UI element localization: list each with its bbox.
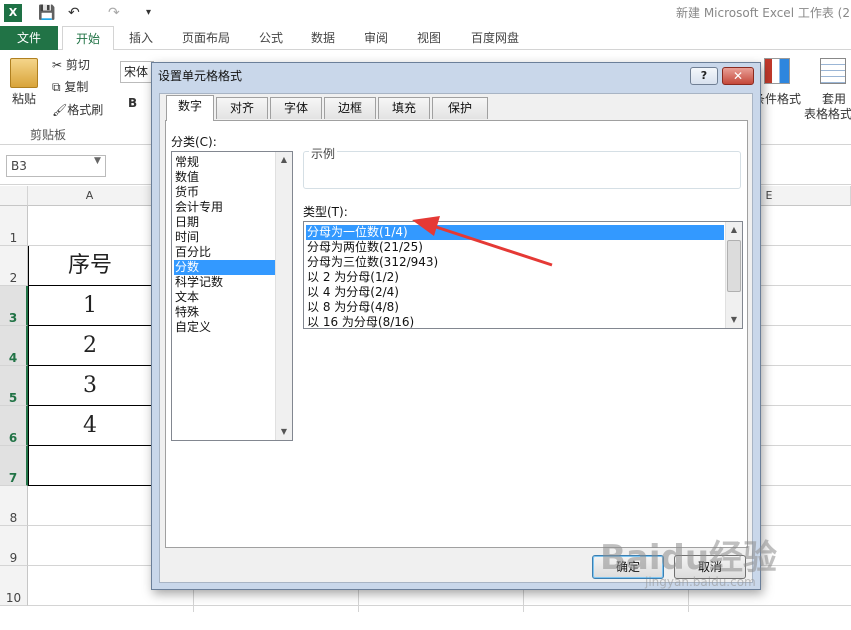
cell-a[interactable] (28, 446, 152, 486)
copy-label: 复制 (64, 80, 89, 94)
category-label: 分类(C): (171, 135, 217, 149)
tab-data[interactable]: 数据 (300, 26, 346, 50)
sample-group (303, 151, 741, 189)
category-listbox[interactable]: 常规 数值 货币 会计专用 日期 时间 百分比 分数 科学记数 文本 特殊 自定义 ▲ ▼ (171, 151, 293, 441)
list-item[interactable]: 特殊 (174, 305, 275, 320)
cell-a[interactable]: 1 (28, 286, 152, 326)
scroll-down-icon[interactable]: ▼ (726, 312, 742, 328)
bold-button[interactable]: B (128, 96, 137, 110)
undo-icon[interactable]: ↶ (68, 3, 80, 23)
scroll-down-icon[interactable]: ▼ (276, 424, 292, 440)
table-format-icon[interactable] (820, 58, 846, 84)
tab-review[interactable]: 审阅 (353, 26, 399, 50)
list-item[interactable]: 常规 (174, 155, 275, 170)
brush-icon: 🖌 (52, 103, 68, 117)
tab-border[interactable]: 边框 (324, 97, 376, 119)
scroll-thumb[interactable] (727, 240, 741, 292)
paste-button[interactable]: 粘贴 (12, 90, 36, 107)
list-item[interactable]: 以 8 为分母(4/8) (306, 300, 724, 315)
list-item[interactable]: 以 16 为分母(8/16) (306, 315, 724, 330)
row-header[interactable]: 6 (0, 406, 28, 446)
row-header[interactable]: 5 (0, 366, 28, 406)
number-tab-page: 分类(C): 常规 数值 货币 会计专用 日期 时间 百分比 分数 科学记数 文本 特殊 自定义 ▲ … (165, 120, 748, 548)
list-item[interactable]: 分数 (174, 260, 275, 275)
select-all-corner[interactable] (0, 186, 28, 206)
tab-file[interactable]: 文件 (0, 26, 58, 50)
format-painter-label: 格式刷 (67, 103, 104, 117)
dialog-body: 数字 对齐 字体 边框 填充 保护 分类(C): 常规 数值 货币 会计专用 日期 时间百… (159, 93, 753, 583)
watermark-brand: Baidu经验 (600, 538, 778, 578)
redo-icon[interactable]: ↷ (108, 3, 120, 23)
clipboard-group-label: 剪贴板 (30, 128, 67, 142)
tab-baidu-netdisk[interactable]: 百度网盘 (460, 26, 530, 50)
tab-insert[interactable]: 插入 (118, 26, 164, 50)
copy-button[interactable]: ⧉ 复制 (52, 78, 88, 95)
cell-a[interactable] (28, 206, 152, 246)
list-item[interactable]: 科学记数 (174, 275, 275, 290)
row-header[interactable]: 7 (0, 446, 28, 486)
tab-formulas[interactable]: 公式 (248, 26, 294, 50)
type-scrollbar[interactable]: ▲ ▼ (725, 222, 742, 328)
scissors-icon: ✂ (52, 58, 66, 72)
row-header[interactable]: 10 (0, 566, 28, 606)
tab-protection[interactable]: 保护 (432, 97, 488, 119)
row-header[interactable]: 1 (0, 206, 28, 246)
category-scrollbar[interactable]: ▲ ▼ (275, 152, 292, 440)
watermark-url: jingyan.baidu.com (645, 575, 756, 589)
tab-font[interactable]: 字体 (270, 97, 322, 119)
cell-a[interactable]: 序号 (28, 246, 152, 286)
annotation-arrow-icon (412, 216, 553, 267)
cell-a[interactable]: 4 (28, 406, 152, 446)
window-title: 新建 Microsoft Excel 工作表 (2 (676, 6, 850, 20)
paste-icon[interactable] (10, 58, 38, 88)
sample-label: 示例 (309, 145, 338, 162)
type-label: 类型(T): (303, 205, 348, 219)
list-item[interactable]: 日期 (174, 215, 275, 230)
ribbon-tabs: 文件 开始 插入 页面布局 公式 数据 审阅 视图 百度网盘 (0, 26, 851, 51)
row-header[interactable]: 8 (0, 486, 28, 526)
list-item[interactable]: 时间 (174, 230, 275, 245)
copy-icon: ⧉ (52, 80, 65, 94)
tab-alignment[interactable]: 对齐 (216, 97, 268, 119)
table-format-label-2[interactable]: 表格格式 (804, 105, 851, 122)
name-box-dropdown-icon[interactable]: ▼ (94, 156, 101, 166)
format-cells-dialog: 设置单元格格式 ? ✕ 数字 对齐 字体 边框 填充 保护 分类(C): 常规数… (151, 62, 761, 590)
list-item[interactable]: 会计专用 (174, 200, 275, 215)
format-painter-button[interactable]: 🖌格式刷 (52, 101, 103, 118)
list-item[interactable]: 自定义 (174, 320, 275, 335)
list-item[interactable]: 以 4 为分母(2/4) (306, 285, 724, 300)
font-name-select[interactable]: 宋体 (120, 61, 154, 83)
name-box[interactable]: B3 (6, 155, 106, 177)
category-list: 常规 数值 货币 会计专用 日期 时间 百分比 分数 科学记数 文本 特殊 自定义 (172, 153, 275, 439)
list-item[interactable]: 文本 (174, 290, 275, 305)
grid-line (28, 605, 851, 606)
close-button[interactable]: ✕ (722, 67, 754, 85)
column-header-a[interactable]: A (28, 186, 152, 206)
scroll-up-icon[interactable]: ▲ (726, 222, 742, 238)
excel-logo-icon: X (4, 4, 22, 22)
scroll-up-icon[interactable]: ▲ (276, 152, 292, 168)
cell-a[interactable]: 3 (28, 366, 152, 406)
list-item[interactable]: 以 2 为分母(1/2) (306, 270, 724, 285)
cut-label: 剪切 (65, 58, 90, 72)
dialog-title: 设置单元格格式 (158, 69, 243, 83)
tab-number[interactable]: 数字 (166, 95, 214, 121)
save-icon[interactable]: 💾 (38, 3, 55, 23)
row-header[interactable]: 3 (0, 286, 28, 326)
row-header[interactable]: 2 (0, 246, 28, 286)
tab-page-layout[interactable]: 页面布局 (170, 26, 242, 50)
cut-button[interactable]: ✂ 剪切 (52, 56, 90, 73)
help-button[interactable]: ? (690, 67, 718, 85)
list-item[interactable]: 货币 (174, 185, 275, 200)
tab-fill[interactable]: 填充 (378, 97, 430, 119)
row-header[interactable]: 4 (0, 326, 28, 366)
list-item[interactable]: 数值 (174, 170, 275, 185)
conditional-format-icon[interactable] (764, 58, 790, 84)
tab-view[interactable]: 视图 (406, 26, 452, 50)
customize-qat-icon[interactable]: ▾ (146, 3, 151, 23)
row-header[interactable]: 9 (0, 526, 28, 566)
list-item[interactable]: 百分比 (174, 245, 275, 260)
cell-a[interactable]: 2 (28, 326, 152, 366)
tab-home[interactable]: 开始 (62, 26, 114, 51)
